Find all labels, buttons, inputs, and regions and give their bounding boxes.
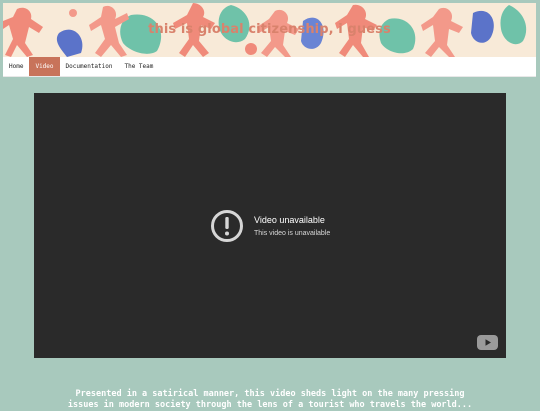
video-description: Presented in a satirical manner, this vi… — [40, 389, 500, 411]
video-player[interactable]: Video unavailable This video is unavaila… — [34, 93, 506, 358]
alert-circle-icon — [211, 210, 243, 242]
video-error-text: Video unavailable This video is unavaila… — [254, 215, 330, 237]
nav-item-home[interactable]: Home — [3, 57, 29, 76]
nav-item-video[interactable]: Video — [29, 57, 60, 76]
video-error-subtitle: This video is unavailable — [254, 230, 331, 237]
video-error: Video unavailable This video is unavaila… — [210, 209, 330, 243]
nav-item-documentation[interactable]: Documentation — [60, 57, 119, 76]
header-banner: this is global citizenship, i guess — [3, 3, 536, 57]
main-nav: Home Video Documentation The Team — [3, 57, 536, 77]
site-title: this is global citizenship, i guess — [148, 22, 391, 37]
video-error-title: Video unavailable — [254, 215, 325, 225]
youtube-logo-icon[interactable] — [477, 335, 498, 350]
nav-item-the-team[interactable]: The Team — [118, 57, 159, 76]
description-line-2: issues in modern society through the len… — [67, 400, 473, 410]
description-line-1: Presented in a satirical manner, this vi… — [75, 389, 465, 399]
